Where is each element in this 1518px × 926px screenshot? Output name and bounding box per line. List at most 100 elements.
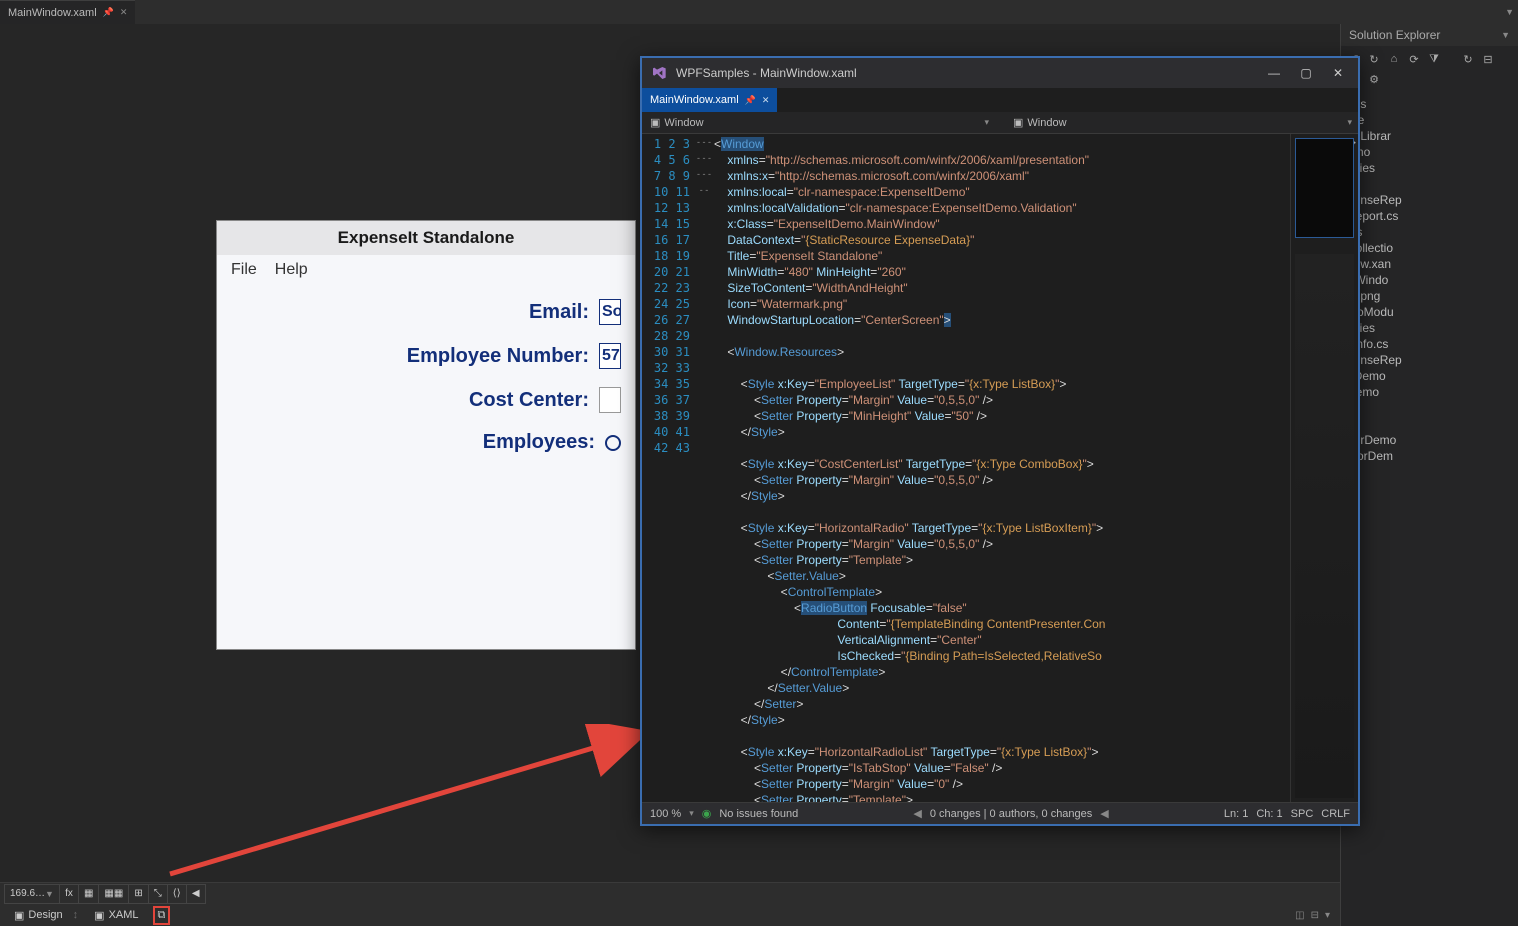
properties-icon[interactable]: ⚙ <box>1365 70 1383 88</box>
grid-icon[interactable]: ▦ <box>78 884 99 904</box>
fold-gutter[interactable]: - - - - - - - - - - - <box>696 134 712 802</box>
tree-item[interactable]: no <box>1343 480 1516 496</box>
designer-tabs-bar: ▣ Design ↕ ▣ XAML ⧉ ◫ ⊟ ▾ <box>0 904 1340 926</box>
editor-tab-label: MainWindow.xaml <box>650 94 739 106</box>
status-issues[interactable]: No issues found <box>719 808 798 820</box>
tree-item[interactable]: ncies <box>1343 320 1516 336</box>
close-icon[interactable]: ✕ <box>1326 66 1350 80</box>
form-input[interactable] <box>599 387 621 413</box>
zoom-dropdown[interactable]: 169.6… ▼ <box>4 884 60 904</box>
design-window[interactable]: ExpenseIt Standalone File Help Email: So E… <box>216 220 636 650</box>
chevron-down-icon[interactable]: ▼ <box>1505 7 1514 17</box>
form-label: Cost Center: <box>469 389 589 412</box>
collapse-icon[interactable]: ▾ <box>1325 910 1330 921</box>
split-horizontal-icon[interactable]: ⊟ <box>1311 910 1319 921</box>
fwd-icon[interactable]: ↻ <box>1365 50 1383 68</box>
document-tabstrip: MainWindow.xaml 📌 ✕ ▼ <box>0 0 1518 24</box>
snap2-icon[interactable]: ⤡ <box>148 884 168 904</box>
tree-item[interactable]: penseRep <box>1343 192 1516 208</box>
tree-item[interactable]: emo <box>1343 144 1516 160</box>
fx-button[interactable]: fx <box>59 884 79 904</box>
code-icon[interactable]: ⟨⟩ <box>167 884 187 904</box>
collapse-all-icon[interactable]: ⊟ <box>1479 50 1497 68</box>
design-tab[interactable]: ▣ Design <box>6 907 71 924</box>
maximize-icon[interactable]: ▢ <box>1294 66 1318 80</box>
popout-icon: ⧉ <box>158 909 166 922</box>
form-label: Employee Number: <box>407 345 589 368</box>
filter-icon[interactable]: ⧩ <box>1425 50 1443 68</box>
form-label: Employees: <box>483 431 595 454</box>
dropdown-icon[interactable]: ▼ <box>1501 30 1510 40</box>
status-col: Ch: 1 <box>1256 808 1282 820</box>
status-spc[interactable]: SPC <box>1291 808 1314 820</box>
tree-item[interactable]: ods <box>1343 96 1516 112</box>
tree-item[interactable]: ree <box>1343 112 1516 128</box>
minimap[interactable]: ✥ <box>1290 134 1358 802</box>
snap-icon[interactable]: ⊞ <box>128 884 148 904</box>
tree-item[interactable]: 5Demo <box>1343 368 1516 384</box>
solution-toolbar: ↺ ↻ ⌂ ⟳ ⧩ ↻ ⊟ ▤ ⚙ <box>1341 46 1518 92</box>
tree-item[interactable]: moModu <box>1343 304 1516 320</box>
document-tab-label: MainWindow.xaml <box>8 7 97 19</box>
radio-icon[interactable] <box>605 435 621 451</box>
form-label: Email: <box>529 301 589 324</box>
menu-item-file[interactable]: File <box>231 261 257 279</box>
tree-item[interactable]: Collectio <box>1343 240 1516 256</box>
form-input[interactable]: So <box>599 299 621 325</box>
tree-item[interactable]: ig <box>1343 176 1516 192</box>
tree-item[interactable]: no <box>1343 400 1516 416</box>
editor-tab[interactable]: MainWindow.xaml 📌 ✕ <box>642 88 777 112</box>
form-row: Employee Number: 57 <box>231 343 621 369</box>
tree-item[interactable]: ncies <box>1343 160 1516 176</box>
design-window-title: ExpenseIt Standalone <box>217 221 635 255</box>
tree-item[interactable]: yInfo.cs <box>1343 336 1516 352</box>
home-icon[interactable]: ⌂ <box>1385 50 1403 68</box>
visual-studio-icon <box>650 64 668 82</box>
crumb-left[interactable]: ▣ Window <box>642 114 712 131</box>
floating-window-titlebar[interactable]: WPFSamples - MainWindow.xaml — ▢ ✕ <box>642 58 1358 88</box>
tree-item[interactable]: nerDemo <box>1343 432 1516 448</box>
status-zoom[interactable]: 100 % <box>650 808 681 820</box>
solution-tree[interactable]: odsreerolLibraremonciesigpenseRepReport.… <box>1341 92 1518 926</box>
popout-button[interactable]: ⧉ <box>153 906 171 925</box>
tree-item[interactable]: dow.xan <box>1343 256 1516 272</box>
annotation-arrow <box>160 724 680 904</box>
xaml-tab[interactable]: ▣ XAML <box>86 907 146 924</box>
grid2-icon[interactable]: ▦▦ <box>98 884 129 904</box>
tree-item[interactable]: Report.cs <box>1343 208 1516 224</box>
form-input[interactable]: 57 <box>599 343 621 369</box>
scroll-left-icon[interactable]: ◀ <box>186 884 206 904</box>
sync-icon[interactable]: ⟳ <box>1405 50 1423 68</box>
tree-item[interactable]: .cs <box>1343 224 1516 240</box>
tree-item[interactable]: no <box>1343 464 1516 480</box>
minimize-icon[interactable]: — <box>1262 66 1286 80</box>
close-icon[interactable]: ✕ <box>120 7 128 18</box>
tree-item[interactable]: o <box>1343 416 1516 432</box>
status-line: Ln: 1 <box>1224 808 1248 820</box>
document-tab[interactable]: MainWindow.xaml 📌 ✕ <box>0 0 135 24</box>
tree-item[interactable]: Demo <box>1343 384 1516 400</box>
tree-item[interactable]: atorDem <box>1343 448 1516 464</box>
refresh-icon[interactable]: ↻ <box>1459 50 1477 68</box>
crumb-right[interactable]: ▣ Window <box>1005 114 1075 131</box>
menu-item-help[interactable]: Help <box>275 261 308 279</box>
tree-item[interactable]: rtWindo <box>1343 272 1516 288</box>
code-editor[interactable]: <Window xmlns="http://schemas.microsoft.… <box>712 134 1290 802</box>
floating-window-title: WPFSamples - MainWindow.xaml <box>676 66 857 80</box>
tree-item[interactable]: rk.png <box>1343 288 1516 304</box>
tree-item[interactable]: r <box>1343 496 1516 512</box>
editor-breadcrumb: ▣ Window ▾ ▣ Window ▾ <box>642 112 1358 134</box>
floating-editor-window[interactable]: WPFSamples - MainWindow.xaml — ▢ ✕ MainW… <box>640 56 1360 826</box>
tree-item[interactable]: penseRep <box>1343 352 1516 368</box>
line-gutter[interactable]: 1 2 3 4 5 6 7 8 9 10 11 12 13 14 15 16 1… <box>642 134 696 802</box>
pin-icon[interactable]: 📌 <box>103 7 114 18</box>
tree-item[interactable]: rolLibrar <box>1343 128 1516 144</box>
pin-icon[interactable]: 📌 <box>745 95 756 106</box>
status-crlf[interactable]: CRLF <box>1321 808 1350 820</box>
solution-explorer-title: Solution Explorer <box>1349 28 1440 42</box>
split-vertical-icon[interactable]: ◫ <box>1295 910 1304 921</box>
form-row: Employees: <box>231 431 621 454</box>
close-icon[interactable]: ✕ <box>762 95 770 106</box>
check-icon: ◉ <box>702 807 712 820</box>
status-changes[interactable]: 0 changes | 0 authors, 0 changes <box>930 808 1092 820</box>
